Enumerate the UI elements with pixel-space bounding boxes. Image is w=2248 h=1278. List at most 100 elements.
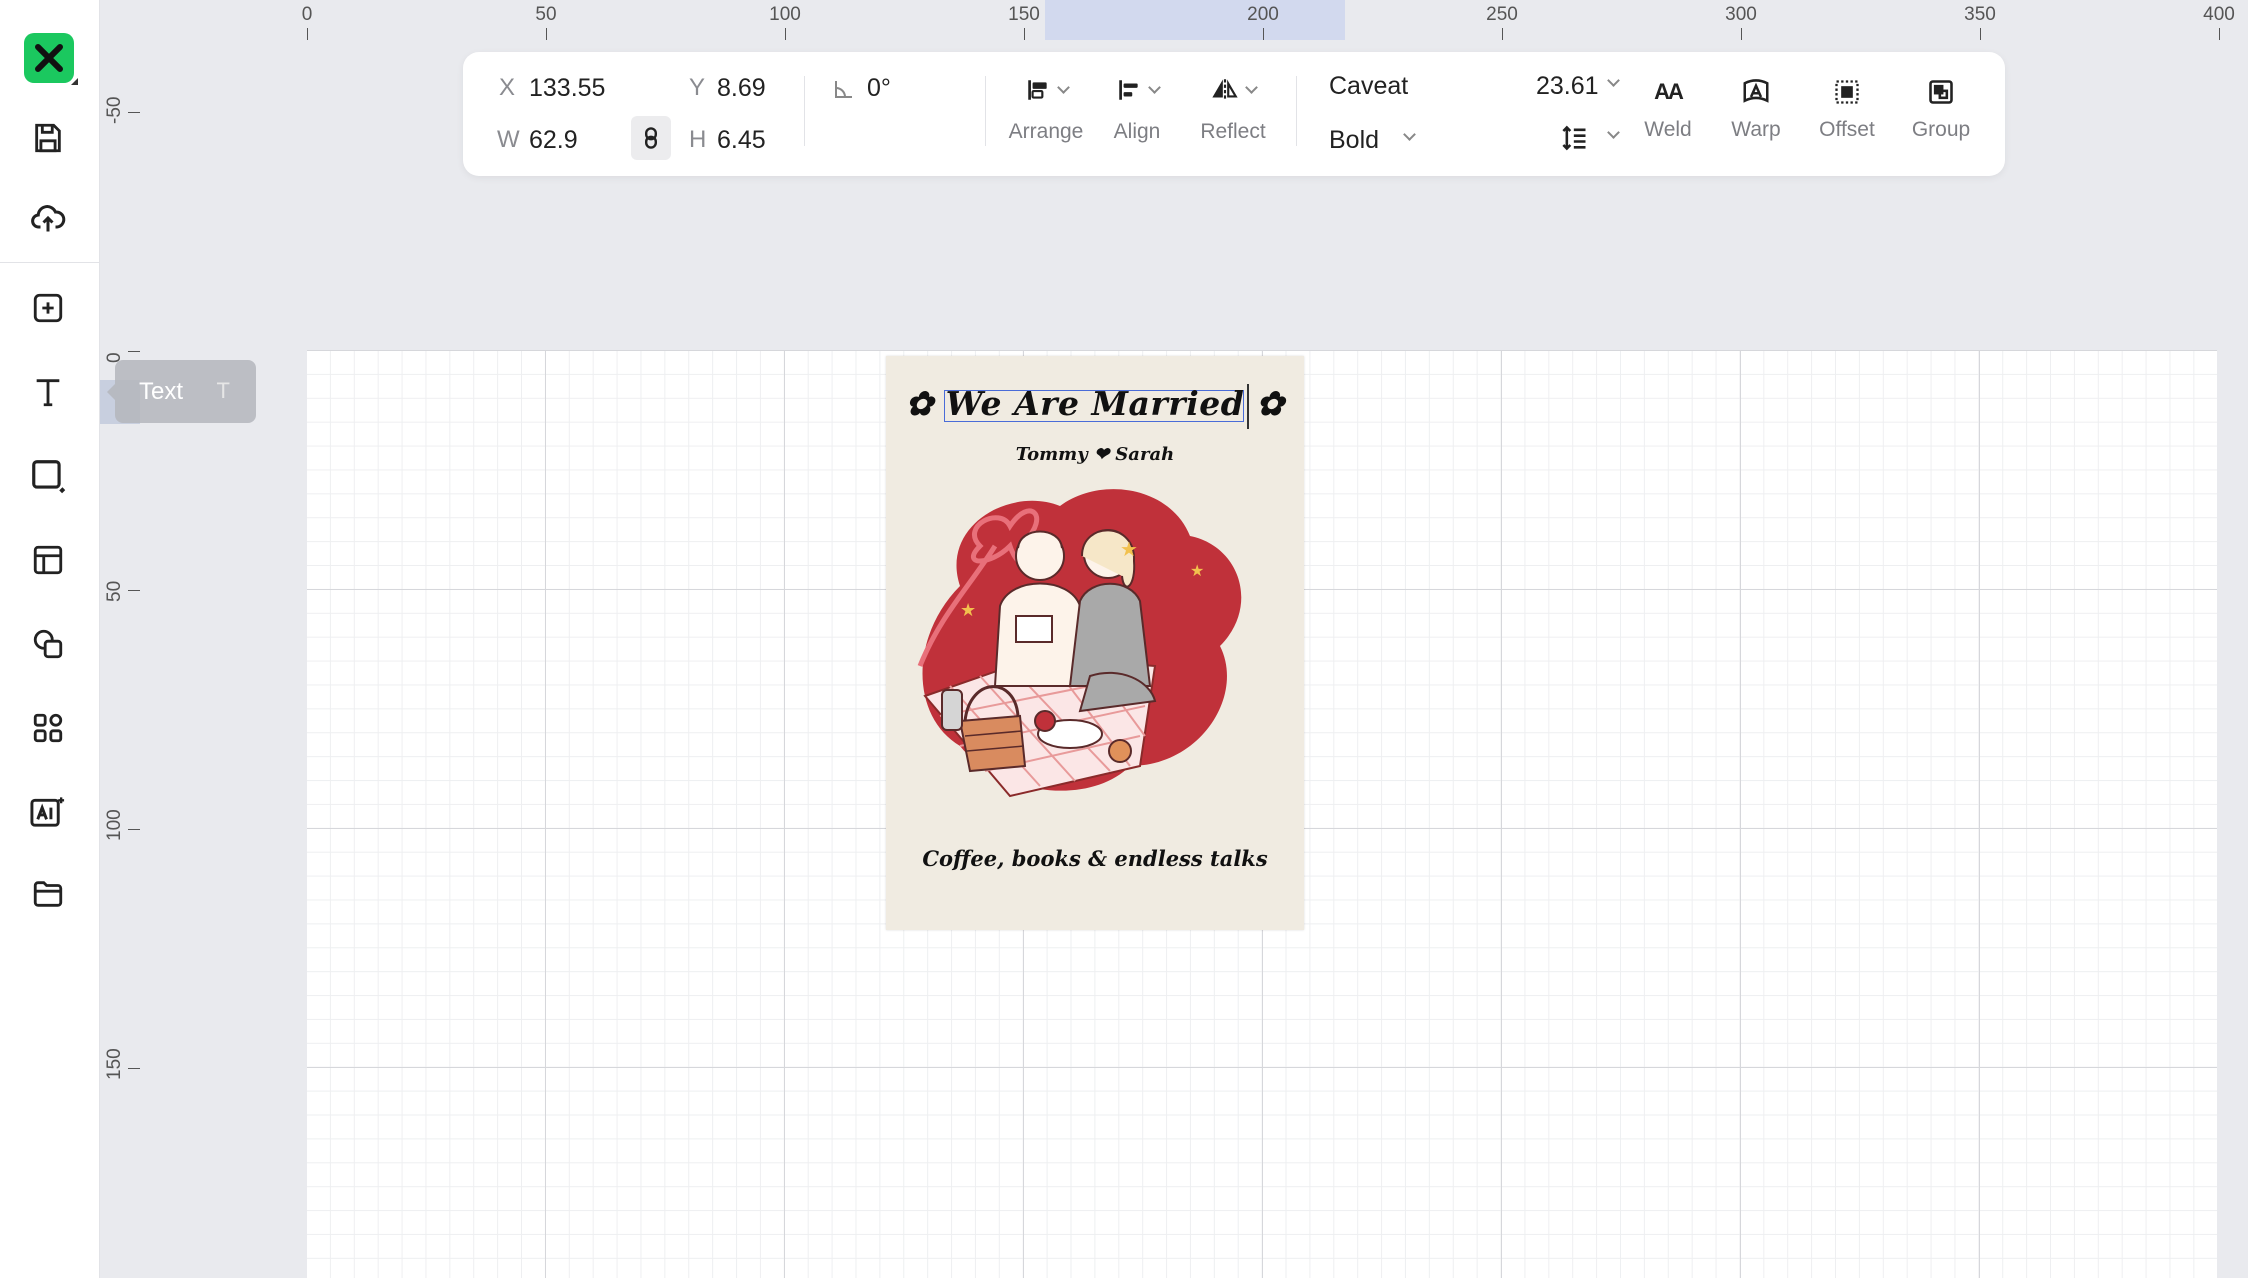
arrange-label: Arrange: [1008, 120, 1084, 143]
ruler-top-tick: [1263, 28, 1264, 40]
elements-button[interactable]: [22, 618, 74, 670]
card-names-text[interactable]: Tommy ❤ Sarah: [886, 444, 1304, 465]
group-button[interactable]: Group: [1903, 74, 1979, 142]
star-icon: ★: [1120, 539, 1138, 561]
ruler-top-label: 0: [301, 4, 313, 25]
logo-menu-corner-icon: [71, 78, 78, 85]
arrange-icon: [1027, 80, 1047, 100]
chevron-down-icon: [1607, 126, 1620, 139]
text-tool-button[interactable]: [22, 366, 74, 418]
toolbar-divider: [985, 76, 986, 146]
w-input[interactable]: 62.9: [529, 126, 578, 155]
plus-square-icon: [33, 293, 63, 323]
app-logo-icon[interactable]: [24, 33, 74, 83]
font-weight-select[interactable]: Bold: [1329, 126, 1379, 155]
ruler-top-tick: [1024, 28, 1025, 40]
ruler-left-tick: [128, 112, 140, 113]
chevron-down-icon: [1607, 74, 1620, 87]
ai-tools-button[interactable]: [22, 786, 74, 838]
rotation-input[interactable]: 0°: [867, 74, 891, 103]
warp-icon: [1743, 79, 1769, 103]
upload-button[interactable]: [22, 192, 74, 244]
ruler-left-tick: [128, 351, 140, 352]
tooltip-arrow: [107, 384, 115, 400]
font-size-input[interactable]: 23.61: [1536, 72, 1599, 101]
grid-icon: [33, 713, 63, 743]
ruler-top-label: 200: [1247, 4, 1279, 25]
star-icon: ★: [960, 600, 976, 620]
apps-button[interactable]: [22, 702, 74, 754]
ruler-top-tick: [2219, 28, 2220, 40]
pastry: [1108, 739, 1132, 763]
properties-toolbar: X 133.55 Y 8.69 W 62.9 H 6.45 0° Arrange…: [463, 52, 2005, 176]
x-label: X: [499, 74, 516, 101]
save-button[interactable]: [22, 112, 74, 164]
card-title-text[interactable]: ✿ We Are Married ✿: [886, 384, 1304, 423]
warp-label: Warp: [1731, 118, 1781, 141]
projects-button[interactable]: [22, 868, 74, 920]
picnic-illustration[interactable]: ★ ★ ★: [900, 466, 1290, 816]
toolbar-divider: [804, 76, 805, 146]
ruler-selection-highlight: [1045, 0, 1345, 40]
aspect-lock-button[interactable]: [631, 116, 671, 160]
font-family-select[interactable]: Caveat: [1329, 72, 1408, 101]
ruler-top-label: 400: [2203, 4, 2235, 25]
link-icon: [645, 127, 657, 149]
ruler-top-tick: [307, 28, 308, 40]
toolbar-divider: [1296, 76, 1297, 146]
rotation-icon: [835, 81, 852, 98]
ruler-top-tick: [546, 28, 547, 40]
rectangle-icon: [32, 460, 66, 494]
add-button[interactable]: [22, 282, 74, 334]
ruler-top-tick: [1980, 28, 1981, 40]
weld-button[interactable]: AA Weld: [1633, 74, 1703, 142]
tooltip-label: Text: [139, 377, 184, 405]
cloud-upload-icon: [31, 205, 66, 232]
h-label: H: [689, 126, 707, 153]
apple: [1034, 710, 1056, 732]
ruler-top-tick: [1741, 28, 1742, 40]
group-label: Group: [1911, 118, 1971, 141]
offset-label: Offset: [1819, 118, 1875, 141]
arrange-button[interactable]: Arrange: [1003, 72, 1089, 144]
text-tool-tooltip: Text T: [107, 360, 256, 423]
ruler-top-label: 250: [1486, 4, 1518, 25]
ruler-top-label: 100: [769, 4, 801, 25]
align-label: Align: [1113, 120, 1161, 143]
offset-button[interactable]: Offset: [1809, 74, 1885, 142]
text-cursor: [1247, 384, 1249, 429]
shapes-icon: [33, 629, 63, 659]
offset-icon: [1835, 80, 1859, 104]
chevron-down-icon: [1403, 128, 1416, 141]
warp-button[interactable]: Warp: [1721, 74, 1791, 142]
y-input[interactable]: 8.69: [717, 74, 766, 103]
ruler-top-label: 150: [1008, 4, 1040, 25]
left-sidebar: [0, 0, 100, 1278]
shape-tool-button[interactable]: [22, 450, 74, 502]
reflect-button[interactable]: Reflect: [1193, 72, 1273, 144]
ruler-left-tick: [128, 590, 140, 591]
tooltip-shortcut: T: [216, 378, 230, 403]
ruler-left-label: -50: [104, 96, 125, 124]
layout-icon: [33, 545, 63, 575]
folder-icon: [33, 881, 63, 907]
ruler-top-label: 350: [1964, 4, 1996, 25]
align-button[interactable]: Align: [1103, 72, 1171, 144]
chevron-down-icon: [1147, 80, 1161, 94]
group-icon: [1929, 80, 1953, 104]
w-label: W: [497, 126, 520, 153]
weld-label: Weld: [1644, 118, 1692, 141]
chevron-down-icon: [1056, 80, 1070, 94]
chevron-down-icon: [1244, 80, 1258, 94]
align-left-icon: [1118, 80, 1138, 100]
x-input[interactable]: 133.55: [529, 74, 605, 103]
ruler-left-label: 150: [104, 1048, 125, 1080]
ai-icon: [30, 797, 65, 827]
design-artboard[interactable]: ✿ We Are Married ✿ Tommy ❤ Sarah ★ ★ ★ C…: [886, 356, 1304, 930]
reflect-label: Reflect: [1200, 120, 1266, 143]
ruler-left-tick: [128, 1068, 140, 1069]
line-spacing-icon[interactable]: [1561, 124, 1589, 152]
templates-button[interactable]: [22, 534, 74, 586]
card-tagline-text[interactable]: Coffee, books & endless talks: [886, 846, 1304, 871]
h-input[interactable]: 6.45: [717, 126, 766, 155]
